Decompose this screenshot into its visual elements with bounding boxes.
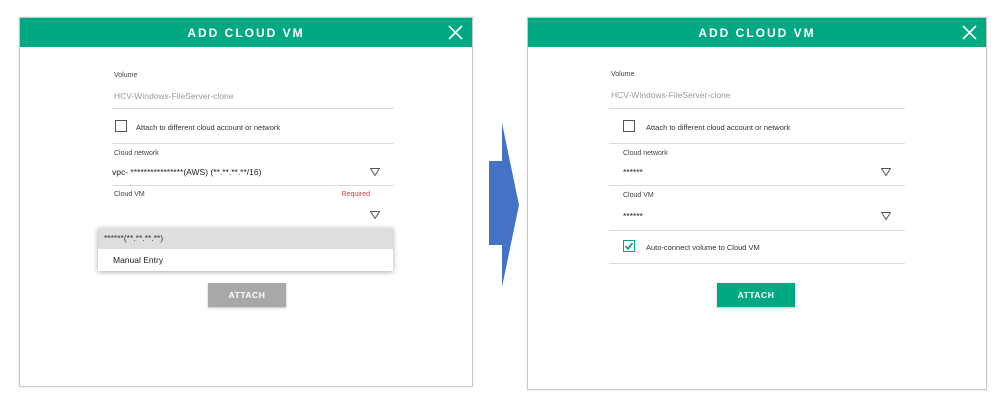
- attach-different-row: Attach to different cloud account or net…: [609, 109, 905, 144]
- dialog-header: ADD CLOUD VM: [20, 18, 472, 47]
- close-icon[interactable]: [448, 25, 463, 40]
- attach-button[interactable]: ATTACH: [208, 283, 286, 307]
- volume-row: Volume HCV-Windows-FileServer-clone: [112, 47, 394, 109]
- chevron-down-icon[interactable]: [370, 211, 380, 219]
- auto-connect-row: Auto-connect volume to Cloud VM: [609, 231, 905, 264]
- cloud-vm-label: Cloud VM: [623, 192, 654, 199]
- attach-different-checkbox[interactable]: [115, 120, 127, 132]
- arrow-right-icon: [489, 123, 519, 287]
- cloud-vm-dropdown-menu: ******(**.**.**.**) Manual Entry: [98, 228, 393, 271]
- cloud-network-row[interactable]: Cloud network vpc- ****************(AWS)…: [112, 144, 394, 186]
- chevron-down-icon[interactable]: [881, 168, 891, 176]
- add-cloud-vm-dialog-left: ADD CLOUD VM Volume HCV-Windows-FileServ…: [19, 17, 473, 387]
- dropdown-option-label: ******(**.**.**.**): [104, 233, 164, 243]
- cloud-network-select[interactable]: vpc- ****************(AWS) (**.**.**.**/…: [112, 167, 261, 177]
- attach-different-label: Attach to different cloud account or net…: [646, 123, 791, 132]
- cloud-network-row[interactable]: Cloud network ******: [609, 144, 905, 186]
- cloud-network-label: Cloud network: [623, 150, 668, 157]
- chevron-down-icon[interactable]: [881, 212, 891, 220]
- volume-label: Volume: [611, 71, 635, 78]
- dropdown-option-vm[interactable]: ******(**.**.**.**): [98, 228, 393, 249]
- cloud-network-select[interactable]: ******: [623, 167, 643, 177]
- cloud-vm-row[interactable]: Cloud VM ******: [609, 186, 905, 231]
- volume-label: Volume: [114, 72, 138, 79]
- required-indicator: Required: [341, 191, 370, 198]
- dropdown-option-manual-entry[interactable]: Manual Entry: [98, 249, 393, 271]
- auto-connect-label: Auto-connect volume to Cloud VM: [646, 243, 760, 252]
- dropdown-option-label: Manual Entry: [113, 255, 164, 265]
- volume-value: HCV-Windows-FileServer-clone: [611, 90, 731, 100]
- checkmark-icon: [625, 242, 633, 250]
- auto-connect-checkbox[interactable]: [623, 240, 635, 252]
- add-cloud-vm-dialog-right: ADD CLOUD VM Volume HCV-Windows-FileServ…: [527, 17, 987, 390]
- add-cloud-vm-form: Volume HCV-Windows-FileServer-clone Atta…: [609, 47, 905, 264]
- attach-different-row: Attach to different cloud account or net…: [112, 109, 394, 144]
- chevron-down-icon[interactable]: [370, 168, 380, 176]
- cloud-network-label: Cloud network: [114, 150, 159, 157]
- dialog-title: ADD CLOUD VM: [698, 25, 816, 40]
- volume-value: HCV-Windows-FileServer-clone: [114, 91, 234, 101]
- attach-different-label: Attach to different cloud account or net…: [136, 123, 281, 132]
- attach-button[interactable]: ATTACH: [717, 283, 795, 307]
- cloud-vm-row[interactable]: Cloud VM Required: [112, 186, 394, 228]
- attach-different-checkbox[interactable]: [623, 120, 635, 132]
- cloud-vm-label: Cloud VM: [114, 191, 145, 198]
- cloud-vm-select[interactable]: ******: [623, 211, 643, 221]
- dialog-header: ADD CLOUD VM: [528, 18, 986, 47]
- volume-row: Volume HCV-Windows-FileServer-clone: [609, 47, 905, 109]
- dialog-title: ADD CLOUD VM: [187, 25, 305, 40]
- add-cloud-vm-form: Volume HCV-Windows-FileServer-clone Atta…: [112, 47, 394, 228]
- close-icon[interactable]: [962, 25, 977, 40]
